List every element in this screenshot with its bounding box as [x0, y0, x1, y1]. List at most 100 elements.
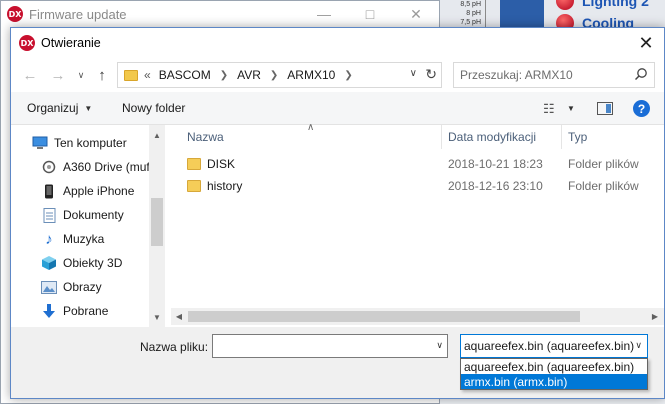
download-icon	[41, 303, 57, 319]
forward-arrow-icon[interactable]: →	[49, 66, 67, 84]
breadcrumb-armx10[interactable]: ARMX10	[287, 68, 335, 82]
organize-button[interactable]: Organizuj ▼	[27, 101, 92, 115]
column-header-modified[interactable]: Data modyfikacji	[442, 125, 561, 149]
nav-pane-scrollbar[interactable]: ▲ ▼	[149, 125, 165, 327]
recent-locations-chevron-icon[interactable]: ∨	[72, 66, 90, 84]
up-arrow-icon[interactable]: ↑	[93, 66, 111, 84]
scroll-down-icon[interactable]: ▼	[149, 309, 165, 325]
search-placeholder: Przeszukaj: ARMX10	[460, 68, 573, 82]
breadcrumb-overflow[interactable]: «	[144, 68, 151, 82]
chevron-right-icon[interactable]: ❯	[344, 70, 352, 81]
music-icon: ♪	[45, 230, 53, 248]
breadcrumb-avr[interactable]: AVR	[237, 68, 261, 82]
nav-item-apple-iphone[interactable]: Apple iPhone	[41, 180, 149, 202]
nav-item-pictures[interactable]: Obrazy	[41, 276, 149, 298]
cube-icon	[41, 255, 57, 271]
filename-label: Nazwa pliku:	[140, 340, 209, 354]
file-name: DISK	[207, 157, 236, 171]
nav-item-label: Apple iPhone	[63, 184, 135, 198]
file-name-cell: DISK	[187, 153, 235, 175]
nav-item-label: Obiekty 3D	[63, 256, 123, 270]
dialog-title: Otwieranie	[41, 36, 101, 50]
navigation-pane: Ten komputer A360 Drive (muf Apple iPhon…	[11, 125, 165, 327]
dialog-titlebar: DX Otwieranie ✕	[11, 28, 664, 58]
nav-item-3d-objects[interactable]: Obiekty 3D	[41, 252, 149, 274]
column-header-type[interactable]: Typ	[562, 125, 662, 149]
firmware-titlebar: DX Firmware update — □ ✕	[1, 1, 439, 27]
file-type: Folder plików	[568, 157, 639, 171]
chevron-down-icon[interactable]: ∨	[436, 340, 443, 351]
chevron-down-icon[interactable]: ∨	[635, 340, 642, 351]
maximize-icon[interactable]: □	[347, 1, 393, 27]
file-name-cell: history	[187, 175, 242, 197]
ph-scale-label: 7,5 pH	[460, 19, 481, 26]
chevron-down-icon[interactable]: ∨	[410, 68, 417, 79]
file-list-horizontal-scrollbar[interactable]: ◀ ▶	[171, 308, 664, 325]
close-icon[interactable]: ✕	[393, 1, 439, 27]
nav-item-music[interactable]: ♪ Muzyka	[41, 228, 149, 250]
navigation-bar: ← → ∨ ↑ « BASCOM ❯ AVR ❯ ARMX10 ❯ ∨ ↻ Pr…	[11, 58, 664, 92]
caret-down-icon: ▼	[84, 103, 93, 113]
ph-scale-label: 8 pH	[466, 10, 481, 17]
close-icon[interactable]: ✕	[628, 28, 664, 58]
caret-down-icon[interactable]: ▼	[567, 104, 575, 113]
app-logo-icon: DX	[19, 35, 35, 51]
phone-icon	[41, 183, 57, 199]
help-icon[interactable]: ?	[633, 100, 650, 117]
nav-item-label: Muzyka	[63, 232, 105, 246]
dialog-content: Ten komputer A360 Drive (muf Apple iPhon…	[11, 122, 664, 327]
new-folder-button[interactable]: Nowy folder	[122, 101, 185, 115]
side-item-lighting[interactable]: Lighting 2	[556, 0, 649, 10]
nav-item-label: Pobrane	[63, 304, 109, 318]
folder-icon	[124, 69, 138, 81]
open-file-dialog: DX Otwieranie ✕ ← → ∨ ↑ « BASCOM ❯ AVR ❯…	[10, 27, 665, 399]
chevron-right-icon[interactable]: ❯	[220, 70, 228, 81]
filetype-option[interactable]: armx.bin (armx.bin)	[461, 374, 647, 389]
nav-item-downloads[interactable]: Pobrane	[41, 300, 149, 322]
filetype-option[interactable]: aquareefex.bin (aquareefex.bin)	[461, 359, 647, 374]
filetype-selected: aquareefex.bin (aquareefex.bin)	[464, 339, 635, 353]
breadcrumb-bascom[interactable]: BASCOM	[159, 68, 211, 82]
column-header-name[interactable]: Nazwa	[181, 125, 441, 149]
dialog-footer: Nazwa pliku: ∨ aquareefex.bin (aquareefe…	[11, 327, 664, 398]
preview-pane-icon[interactable]	[597, 102, 613, 115]
minimize-icon[interactable]: —	[301, 1, 347, 27]
search-icon	[634, 68, 647, 81]
scrollbar-thumb[interactable]	[151, 198, 163, 246]
pictures-icon	[41, 279, 57, 295]
side-item-label: Lighting 2	[582, 0, 649, 9]
ph-scale-label: 8,5 pH	[460, 1, 481, 8]
view-options-icon[interactable]: ☷	[543, 101, 555, 117]
scrollbar-thumb[interactable]	[188, 311, 580, 322]
search-input[interactable]: Przeszukaj: ARMX10	[453, 62, 655, 88]
cloud-drive-icon	[41, 159, 57, 175]
file-modified: 2018-10-21 18:23	[448, 157, 543, 171]
file-row[interactable]: history 2018-12-16 23:10 Folder plików	[171, 175, 664, 197]
file-modified: 2018-12-16 23:10	[448, 179, 543, 193]
filename-field[interactable]: ∨	[212, 334, 448, 358]
nav-item-label: A360 Drive (muf	[63, 160, 149, 174]
firmware-window-title: Firmware update	[29, 6, 127, 22]
filetype-dropdown-list: aquareefex.bin (aquareefex.bin) armx.bin…	[460, 358, 648, 390]
filetype-select[interactable]: aquareefex.bin (aquareefex.bin) ∨	[460, 334, 648, 358]
address-bar[interactable]: « BASCOM ❯ AVR ❯ ARMX10 ❯ ∨ ↻	[117, 62, 442, 88]
command-toolbar: Organizuj ▼ Nowy folder ☷ ▼ ?	[11, 92, 664, 125]
scroll-right-icon[interactable]: ▶	[647, 308, 663, 325]
scroll-left-icon[interactable]: ◀	[171, 308, 187, 325]
status-dot-icon	[556, 0, 574, 10]
nav-item-label: Ten komputer	[54, 136, 127, 150]
documents-icon	[41, 207, 57, 223]
nav-item-label: Dokumenty	[63, 208, 124, 222]
file-list-pane: ∧ Nazwa Data modyfikacji Typ DISK 2018-1…	[171, 122, 664, 327]
back-arrow-icon[interactable]: ←	[21, 66, 39, 84]
nav-item-label: Obrazy	[63, 280, 102, 294]
file-row[interactable]: DISK 2018-10-21 18:23 Folder plików	[171, 153, 664, 175]
app-logo-icon: DX	[7, 6, 23, 22]
scroll-up-icon[interactable]: ▲	[149, 127, 165, 143]
chevron-right-icon[interactable]: ❯	[270, 70, 278, 81]
organize-label: Organizuj	[27, 101, 79, 115]
refresh-icon[interactable]: ↻	[425, 66, 437, 83]
nav-item-a360-drive[interactable]: A360 Drive (muf	[41, 156, 149, 178]
folder-icon	[187, 158, 201, 170]
nav-item-documents[interactable]: Dokumenty	[41, 204, 149, 226]
